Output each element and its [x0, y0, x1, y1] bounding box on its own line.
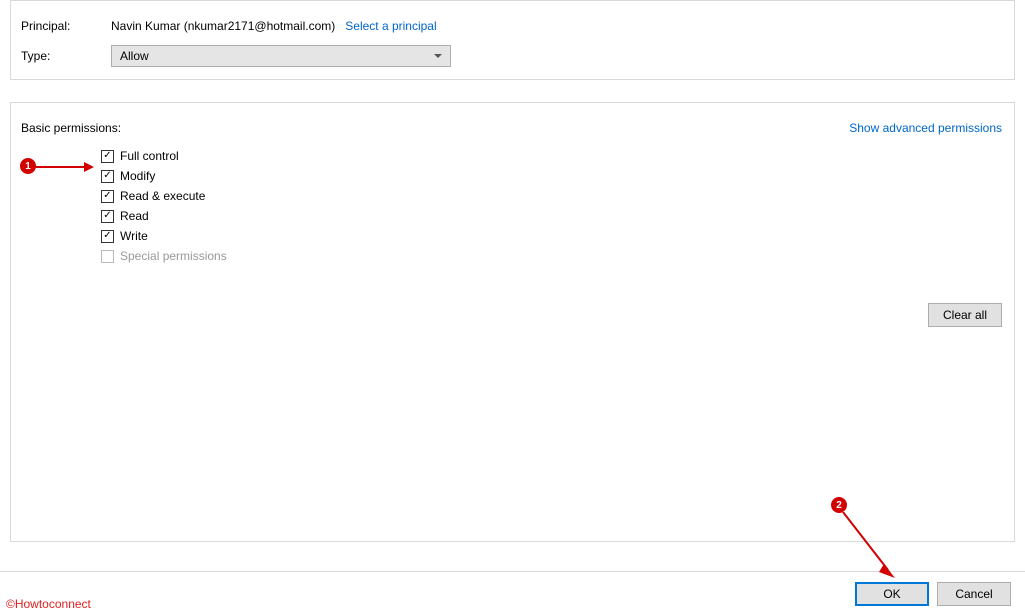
perm-read: Read — [101, 209, 1004, 223]
permissions-panel: Basic permissions: Show advanced permiss… — [10, 102, 1015, 542]
checkbox-write[interactable] — [101, 230, 114, 243]
checkbox-read-execute[interactable] — [101, 190, 114, 203]
select-principal-link[interactable]: Select a principal — [345, 19, 436, 33]
principal-value: Navin Kumar (nkumar2171@hotmail.com) — [111, 19, 335, 33]
perm-full-control: Full control — [101, 149, 1004, 163]
type-row: Type: Allow — [21, 45, 1004, 67]
watermark-text: ©Howtoconnect — [6, 597, 91, 611]
perm-label: Read & execute — [120, 189, 205, 203]
perm-label: Special permissions — [120, 249, 227, 263]
perm-label: Write — [120, 229, 148, 243]
type-select[interactable]: Allow — [111, 45, 451, 67]
annotation-badge-1: 1 — [20, 158, 36, 174]
perm-label: Modify — [120, 169, 155, 183]
principal-type-panel: Principal: Navin Kumar (nkumar2171@hotma… — [10, 0, 1015, 80]
type-select-value: Allow — [120, 49, 149, 63]
chevron-down-icon — [434, 54, 442, 58]
perm-write: Write — [101, 229, 1004, 243]
perm-modify: Modify — [101, 169, 1004, 183]
checkbox-read[interactable] — [101, 210, 114, 223]
annotation-arrow-1 — [34, 161, 94, 173]
checkbox-full-control[interactable] — [101, 150, 114, 163]
permissions-list: Full control Modify Read & execute Read … — [101, 149, 1004, 263]
perm-label: Read — [120, 209, 149, 223]
principal-row: Principal: Navin Kumar (nkumar2171@hotma… — [21, 19, 1004, 33]
annotation-badge-2: 2 — [831, 497, 847, 513]
checkbox-special-permissions — [101, 250, 114, 263]
clear-all-button[interactable]: Clear all — [928, 303, 1002, 327]
perm-read-execute: Read & execute — [101, 189, 1004, 203]
type-label: Type: — [21, 49, 111, 63]
ok-button[interactable]: OK — [855, 582, 929, 606]
perm-special: Special permissions — [101, 249, 1004, 263]
cancel-button[interactable]: Cancel — [937, 582, 1011, 606]
checkbox-modify[interactable] — [101, 170, 114, 183]
principal-label: Principal: — [21, 19, 111, 33]
show-advanced-permissions-link[interactable]: Show advanced permissions — [849, 121, 1002, 135]
perm-label: Full control — [120, 149, 179, 163]
annotation-arrow-2 — [840, 512, 900, 584]
